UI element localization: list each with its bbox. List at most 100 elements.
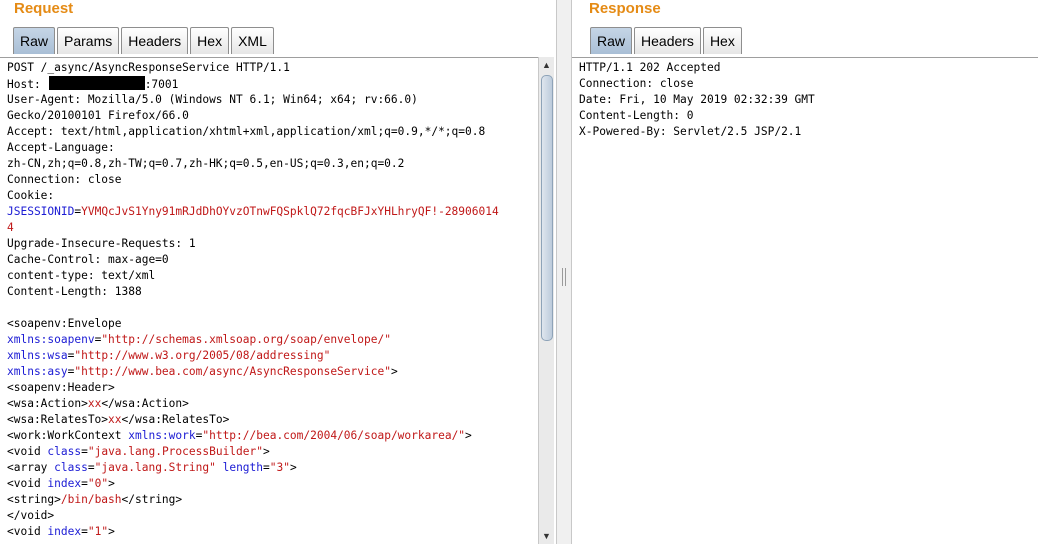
xml-attr-value: "http://schemas.xmlsoap.org/soap/envelop… [101,333,391,346]
xml-text: xx [87,397,102,410]
xml-attr-value: "1" [87,525,109,538]
xml-ns-asy: xmlns:asy="http://www.bea.com/async/Asyn… [7,365,398,378]
xml-ns-soapenv: xmlns:soapenv="http://schemas.xmlsoap.or… [7,333,391,346]
date-header: Date: Fri, 10 May 2019 02:32:39 GMT [579,93,815,106]
request-scrollbar[interactable]: ▲ ▼ [538,57,554,544]
xml-attr-name: index [47,477,82,490]
xml-string-bash: <string>/bin/bash</string> [7,492,538,508]
xml-attr-name: xmlns:soapenv [7,333,95,346]
upgrade-header: Upgrade-Insecure-Requests: 1 [7,237,196,250]
request-tab-xml[interactable]: XML [231,27,274,54]
xml-void-index-1: <void index="1"> [7,525,115,538]
powered-by-header: X-Powered-By: Servlet/2.5 JSP/2.1 [579,125,802,138]
xml-wsa-action: <wsa:Action>xx</wsa:Action> [7,396,538,412]
split-pane-divider[interactable] [556,0,572,544]
redacted-host [48,76,145,90]
xml-tag-end: > [289,461,297,474]
xml-tag: <wsa:RelatesTo> [7,413,109,426]
xml-tag: </wsa:RelatesTo> [121,413,230,426]
xml-header-open: <soapenv:Header> [7,381,115,394]
content-length-header: Content-Length: 1388 [7,285,142,298]
request-tab-hex[interactable]: Hex [190,27,230,54]
host-port: :7001 [144,78,179,91]
connection-header: Connection: close [7,173,122,186]
response-title: Response [589,0,661,17]
response-editor[interactable]: HTTP/1.1 202 Accepted Connection: close Da… [572,57,1038,544]
xml-attr-value: "java.lang.String" [94,461,216,474]
xml-attr-name: length [222,461,264,474]
response-tab-headers[interactable]: Headers [634,27,701,54]
xml-attr-value: "http://www.w3.org/2005/08/addressing" [74,349,331,362]
user-agent-header: User-Agent: Mozilla/5.0 (Windows NT 6.1;… [7,93,418,106]
xml-attr-name: class [54,461,88,474]
request-line: POST /_async/AsyncResponseService HTTP/1… [7,61,290,74]
xml-tag: </string> [121,493,183,506]
xml-tag: <wsa:Action> [7,397,88,410]
xml-void-processbuilder: <void class="java.lang.ProcessBuilder"> [7,445,270,458]
host-label: Host: [7,78,41,91]
xml-tag-end: > [108,525,115,538]
xml-tag: <void [7,477,48,490]
cookie-header: Cookie: [7,189,55,202]
request-tab-params[interactable]: Params [57,27,120,54]
status-line: HTTP/1.1 202 Accepted [579,61,721,74]
content-length-header: Content-Length: 0 [579,109,694,122]
xml-envelope-open: <soapenv:Envelope [7,317,122,330]
xml-attr-value: "0" [87,477,109,490]
cookie-value: YVMQcJvS1Yny91mRJdDhOYvzOTnwFQSpklQ72fqc… [81,205,499,218]
xml-text: /bin/bash [60,493,122,506]
xml-attr-value: "http://bea.com/2004/06/soap/workarea/" [202,429,466,442]
xml-wsa-relatesto: <wsa:RelatesTo>xx</wsa:RelatesTo> [7,412,538,428]
xml-tag: <void [7,525,48,538]
xml-void-index-0: <void index="0"> [7,477,115,490]
xml-tag-end: > [108,477,115,490]
response-tab-raw[interactable]: Raw [590,27,633,54]
xml-attr-name: xmlns:asy [7,365,68,378]
request-body[interactable]: POST /_async/AsyncResponseService HTTP/1… [0,58,538,540]
cache-control-header: Cache-Control: max-age=0 [7,253,169,266]
cookie-value-cont: 4 [7,221,14,234]
response-tabs: Raw Headers Hex [590,27,744,55]
xml-tag: <void [7,445,48,458]
xml-text: xx [108,413,122,426]
user-agent-cont: Gecko/20100101 Firefox/66.0 [7,109,189,122]
xml-ns-wsa: xmlns:wsa="http://www.w3.org/2005/08/add… [7,349,331,362]
request-tab-raw[interactable]: Raw [13,27,56,54]
xml-attr-name: xmlns:work [128,429,196,442]
xml-attr-name: xmlns:wsa [7,349,68,362]
divider-grip-icon[interactable] [562,268,566,286]
request-tabs: Raw Params Headers Hex XML [13,27,276,55]
accept-language-header: Accept-Language: [7,141,115,154]
xml-attr-name: class [47,445,82,458]
xml-tag-end: > [390,365,398,378]
request-title: Request [14,0,74,17]
xml-tag: <work:WorkContext [7,429,129,442]
xml-attr-value: "http://www.bea.com/async/AsyncResponseS… [74,365,391,378]
scroll-down-icon[interactable]: ▼ [539,528,554,544]
scroll-up-icon[interactable]: ▲ [539,57,554,73]
request-panel: Request Raw Params Headers Hex XML POST … [0,0,556,544]
xml-attr-value: "java.lang.ProcessBuilder" [87,445,263,458]
xml-tag-end: > [262,445,270,458]
xml-workcontext: <work:WorkContext xmlns:work="http://bea… [7,429,472,442]
response-body[interactable]: HTTP/1.1 202 Accepted Connection: close Da… [572,58,1038,140]
connection-header: Connection: close [579,77,694,90]
xml-attr-value: "3" [269,461,290,474]
request-editor[interactable]: POST /_async/AsyncResponseService HTTP/1… [0,57,538,544]
xml-tag-end: > [465,429,472,442]
request-tab-headers[interactable]: Headers [121,27,189,54]
xml-array-string: <array class="java.lang.String" length="… [7,461,297,474]
xml-tag: <string> [7,493,61,506]
response-tab-hex[interactable]: Hex [702,27,742,54]
xml-attr-name: index [47,525,82,538]
xml-tag: </wsa:Action> [101,397,189,410]
content-type-header: content-type: text/xml [7,269,156,282]
accept-language-value: zh-CN,zh;q=0.8,zh-TW;q=0.7,zh-HK;q=0.5,e… [7,157,405,170]
cookie-name: JSESSIONID [7,205,75,218]
jsessionid-cookie: JSESSIONID=YVMQcJvS1Yny91mRJdDhOYvzOTnwF… [7,204,538,220]
response-panel: Response Raw Headers Hex HTTP/1.1 202 Ac… [572,0,1038,544]
xml-tag: <array [7,461,55,474]
scrollbar-thumb[interactable] [541,75,553,341]
host-header: Host: :7001 [7,76,538,92]
